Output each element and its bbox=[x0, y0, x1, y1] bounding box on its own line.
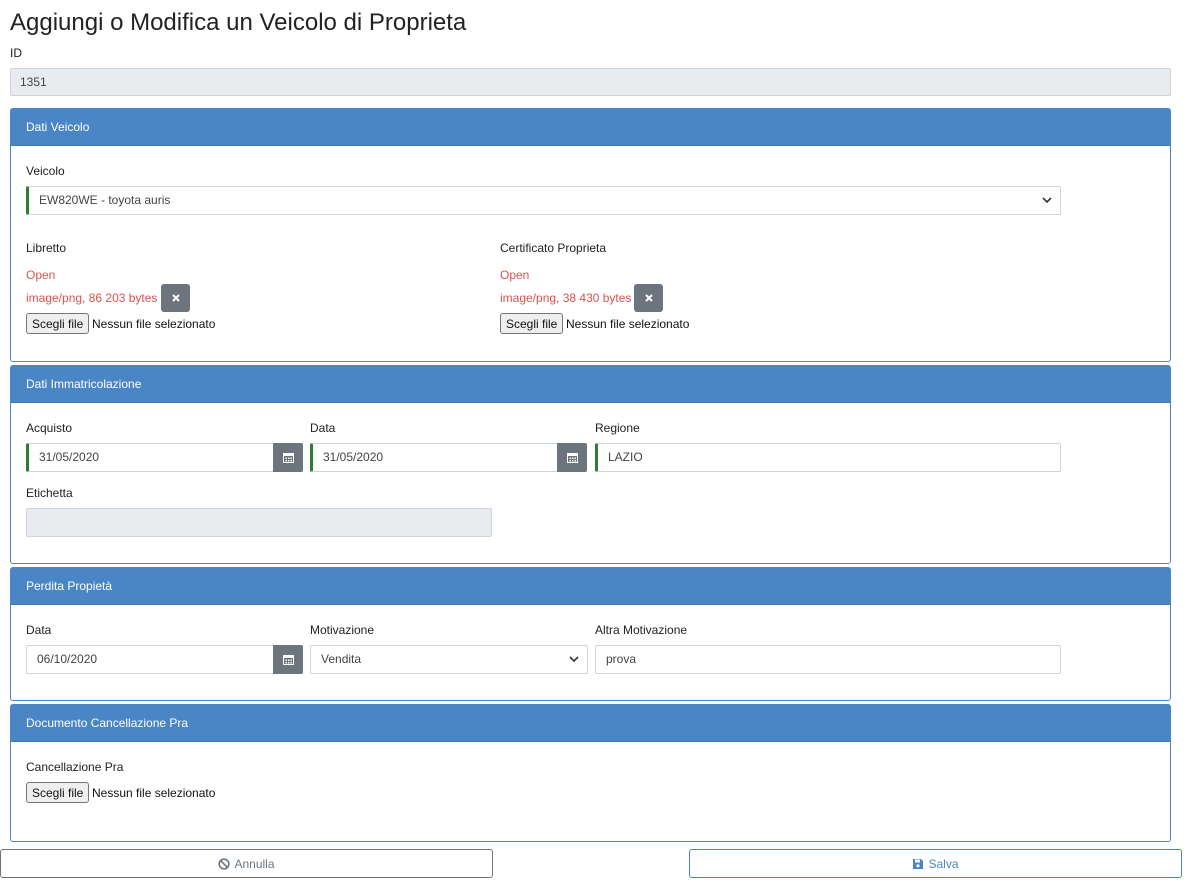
motivazione-select-value: Vendita bbox=[321, 652, 362, 666]
id-field: 1351 bbox=[10, 68, 1171, 96]
etichetta-input bbox=[26, 508, 492, 537]
acquisto-label: Acquisto bbox=[26, 421, 73, 435]
times-icon bbox=[644, 294, 653, 302]
acquisto-calendar-button[interactable] bbox=[273, 443, 303, 472]
libretto-label: Libretto bbox=[26, 241, 67, 255]
page-title: Aggiungi o Modifica un Veicolo di Propri… bbox=[10, 9, 467, 36]
id-label: ID bbox=[10, 46, 22, 60]
cancel-button-label: Annulla bbox=[234, 856, 275, 871]
certificato-label: Certificato Proprieta bbox=[500, 241, 607, 255]
libretto-remove-button[interactable] bbox=[161, 284, 190, 312]
libretto-choose-file-button[interactable]: Scegli file bbox=[26, 313, 90, 334]
certificato-open-link[interactable]: Open bbox=[500, 268, 529, 282]
cancel-button[interactable]: Annulla bbox=[0, 849, 493, 878]
libretto-open-link[interactable]: Open bbox=[26, 268, 55, 282]
calendar-icon bbox=[282, 453, 294, 463]
panel-perdita-proprieta: Perdita Propietà Data 06/10/2020 Motivaz… bbox=[10, 567, 1171, 701]
veicolo-select[interactable]: EW820WE - toyota auris bbox=[26, 186, 1061, 215]
certificato-file-info: image/png, 38 430 bytes bbox=[500, 291, 632, 305]
panel-heading-perdita-proprieta: Perdita Propietà bbox=[11, 568, 1170, 605]
acquisto-date-input[interactable]: 31/05/2020 bbox=[26, 443, 274, 472]
panel-heading-dati-veicolo: Dati Veicolo bbox=[11, 109, 1170, 146]
panel-documento-cancellazione: Documento Cancellazione Pra Cancellazion… bbox=[10, 704, 1171, 842]
motivazione-label: Motivazione bbox=[310, 623, 375, 637]
save-button[interactable]: Salva bbox=[689, 849, 1182, 878]
calendar-icon bbox=[566, 453, 578, 463]
chevron-down-icon bbox=[569, 656, 579, 663]
panel-dati-veicolo: Dati Veicolo Veicolo EW820WE - toyota au… bbox=[10, 108, 1171, 362]
etichetta-label: Etichetta bbox=[26, 486, 73, 500]
calendar-icon bbox=[282, 655, 294, 665]
regione-input[interactable]: LAZIO bbox=[595, 443, 1061, 472]
save-button-label: Salva bbox=[928, 856, 959, 871]
altra-motivazione-label: Altra Motivazione bbox=[595, 623, 688, 637]
libretto-no-file-text: Nessun file selezionato bbox=[92, 317, 216, 331]
data-label: Data bbox=[310, 421, 336, 435]
veicolo-label: Veicolo bbox=[26, 164, 65, 178]
cancellazione-no-file-text: Nessun file selezionato bbox=[92, 786, 216, 800]
panel-heading-dati-immatricolazione: Dati Immatricolazione bbox=[11, 366, 1170, 403]
floppy-icon bbox=[913, 858, 924, 869]
panel-dati-immatricolazione: Dati Immatricolazione Acquisto 31/05/202… bbox=[10, 365, 1171, 564]
certificato-choose-file-button[interactable]: Scegli file bbox=[500, 313, 564, 334]
perdita-data-label: Data bbox=[26, 623, 52, 637]
cancellazione-label: Cancellazione Pra bbox=[26, 760, 124, 774]
data-calendar-button[interactable] bbox=[557, 443, 587, 472]
certificato-no-file-text: Nessun file selezionato bbox=[566, 317, 690, 331]
altra-motivazione-input[interactable]: prova bbox=[595, 645, 1061, 674]
perdita-calendar-button[interactable] bbox=[273, 645, 303, 674]
chevron-down-icon bbox=[1042, 197, 1052, 204]
cancellazione-choose-file-button[interactable]: Scegli file bbox=[26, 782, 90, 803]
libretto-file-info: image/png, 86 203 bytes bbox=[26, 291, 158, 305]
motivazione-select[interactable]: Vendita bbox=[310, 645, 588, 674]
regione-label: Regione bbox=[595, 421, 640, 435]
data-date-input[interactable]: 31/05/2020 bbox=[310, 443, 558, 472]
ban-icon bbox=[218, 857, 231, 870]
times-icon bbox=[171, 294, 180, 302]
certificato-remove-button[interactable] bbox=[634, 284, 663, 312]
panel-heading-documento-cancellazione: Documento Cancellazione Pra bbox=[11, 705, 1170, 742]
perdita-data-input[interactable]: 06/10/2020 bbox=[26, 645, 274, 674]
veicolo-select-value: EW820WE - toyota auris bbox=[39, 193, 171, 207]
